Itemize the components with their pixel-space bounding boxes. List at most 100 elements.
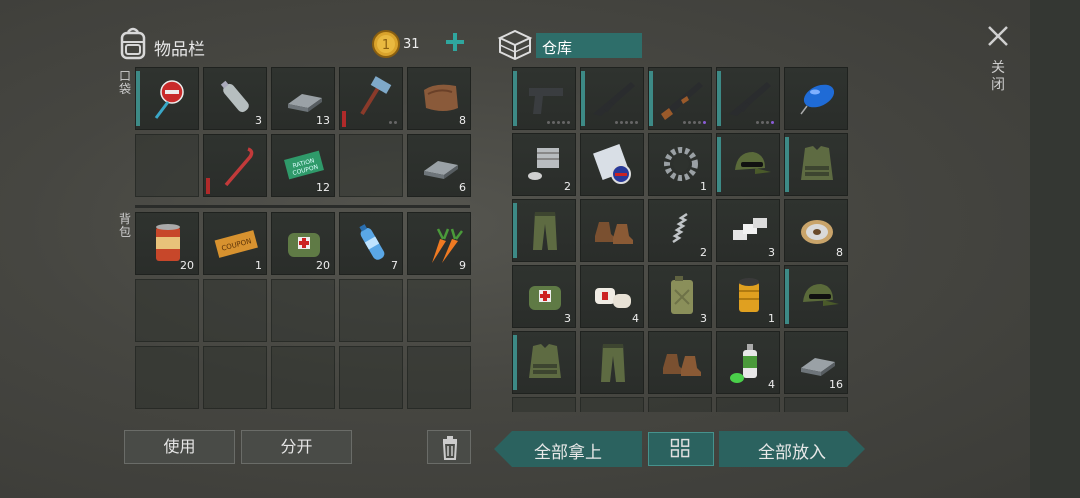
take-all-button[interactable]: 全部拿上 <box>494 431 642 467</box>
backpack-slot[interactable]: 20 <box>271 212 335 275</box>
item-quantity: 4 <box>632 312 639 325</box>
storage-slot[interactable]: 16 <box>784 331 848 394</box>
storage-slot[interactable] <box>580 199 644 262</box>
water-bottle-empty-icon <box>220 80 249 113</box>
storage-slot[interactable] <box>784 397 848 412</box>
backpack-slot[interactable] <box>339 346 403 409</box>
pocket-slot[interactable] <box>339 67 403 130</box>
storage-slot[interactable]: 3 <box>716 199 780 262</box>
storage-slot[interactable]: 1 <box>648 133 712 196</box>
storage-slot[interactable] <box>580 67 644 130</box>
backpack-slot[interactable] <box>407 279 471 342</box>
spring-icon <box>672 212 688 244</box>
storage-slot[interactable] <box>580 397 644 412</box>
blue-balloon-icon <box>800 84 835 115</box>
storage-slot[interactable]: 2 <box>512 133 576 196</box>
storage-title: 仓库 <box>542 39 573 57</box>
sort-button[interactable] <box>648 432 714 466</box>
aluminum-bars-icon <box>733 218 767 240</box>
backpack-slot[interactable] <box>203 279 267 342</box>
coin-icon: 1 <box>372 30 400 58</box>
storage-slot[interactable] <box>784 265 848 328</box>
backpack-slot[interactable] <box>203 346 267 409</box>
storage-slot[interactable] <box>580 331 644 394</box>
item-quantity: 3 <box>564 312 571 325</box>
pocket-slot[interactable]: 6 <box>407 134 471 197</box>
trash-button[interactable] <box>427 430 471 464</box>
map-scroll-icon <box>593 144 631 184</box>
item-quantity: 13 <box>316 114 330 127</box>
quality-dots <box>615 121 638 124</box>
storage-slot[interactable] <box>648 397 712 412</box>
close-icon[interactable] <box>986 24 1010 48</box>
trash-icon <box>442 436 458 460</box>
storage-slot[interactable] <box>512 199 576 262</box>
ak47-rifle-icon <box>661 82 703 120</box>
camo-cap-icon <box>735 152 771 174</box>
storage-slot[interactable] <box>716 133 780 196</box>
quality-dots <box>389 121 397 124</box>
boots-icon <box>595 222 633 244</box>
storage-grid: 2 1 2 3 8 3 4 3 1 4 16 <box>512 67 848 412</box>
gear-icon <box>664 147 698 181</box>
backpack-icon <box>120 27 146 60</box>
pocket-slot[interactable]: 8 <box>407 67 471 130</box>
pocket-slot[interactable] <box>135 134 199 197</box>
item-quantity: 12 <box>316 181 330 194</box>
pocket-label: 口袋 <box>118 69 131 96</box>
storage-slot[interactable]: 2 <box>648 199 712 262</box>
storage-slot[interactable] <box>784 133 848 196</box>
divider <box>135 205 470 208</box>
storage-slot[interactable] <box>716 67 780 130</box>
backpack-slot[interactable] <box>135 346 199 409</box>
item-quantity: 2 <box>700 246 707 259</box>
storage-slot[interactable] <box>648 67 712 130</box>
backpack-slot[interactable]: 9 <box>407 212 471 275</box>
storage-slot[interactable] <box>784 67 848 130</box>
storage-slot[interactable] <box>512 331 576 394</box>
stop-sign-icon <box>154 80 184 119</box>
pocket-slot[interactable] <box>135 67 199 130</box>
water-bottle-icon <box>359 224 385 260</box>
wire-spool-icon <box>801 220 833 244</box>
item-quantity: 1 <box>768 312 775 325</box>
storage-slot[interactable]: 8 <box>784 199 848 262</box>
backpack-slot[interactable] <box>407 346 471 409</box>
pocket-slot[interactable]: 13 <box>271 67 335 130</box>
split-button[interactable]: 分开 <box>241 430 352 464</box>
pocket-slot[interactable]: 3 <box>203 67 267 130</box>
storage-slot[interactable] <box>512 67 576 130</box>
storage-slot[interactable]: 4 <box>580 265 644 328</box>
backpack-slot[interactable]: 20 <box>135 212 199 275</box>
backpack-slot[interactable] <box>271 346 335 409</box>
storage-slot[interactable]: 1 <box>716 265 780 328</box>
storage-slot[interactable] <box>512 397 576 412</box>
storage-slot[interactable] <box>648 331 712 394</box>
backpack-slot[interactable] <box>271 279 335 342</box>
storage-scroll-area[interactable]: 2 1 2 3 8 3 4 3 1 4 16 <box>512 67 850 412</box>
storage-header: 仓库 <box>496 28 656 62</box>
pocket-slot[interactable]: RATION COUPON 12 <box>271 134 335 197</box>
add-coins-icon[interactable] <box>444 31 466 53</box>
use-button[interactable]: 使用 <box>124 430 235 464</box>
storage-slot[interactable]: 3 <box>512 265 576 328</box>
put-all-button[interactable]: 全部放入 <box>719 431 865 467</box>
item-quantity: 20 <box>180 259 194 272</box>
backpack-slot[interactable] <box>339 279 403 342</box>
svg-text:1: 1 <box>382 38 390 53</box>
pocket-slot[interactable] <box>203 134 267 197</box>
pocket-slot[interactable] <box>339 134 403 197</box>
boots-icon <box>663 354 701 376</box>
backpack-slot[interactable] <box>135 279 199 342</box>
durability-bar <box>206 178 210 194</box>
hammer-icon <box>360 76 392 116</box>
camo-cap-icon <box>803 284 839 306</box>
storage-slot[interactable] <box>716 397 780 412</box>
backpack-slot[interactable]: 7 <box>339 212 403 275</box>
pocket-grid: 3 13 8 RATION COUPON 12 6 <box>135 67 471 197</box>
storage-slot[interactable] <box>580 133 644 196</box>
close-label[interactable]: 关闭 <box>990 60 1006 94</box>
storage-slot[interactable]: 4 <box>716 331 780 394</box>
backpack-slot[interactable]: COUPON 1 <box>203 212 267 275</box>
storage-slot[interactable]: 3 <box>648 265 712 328</box>
